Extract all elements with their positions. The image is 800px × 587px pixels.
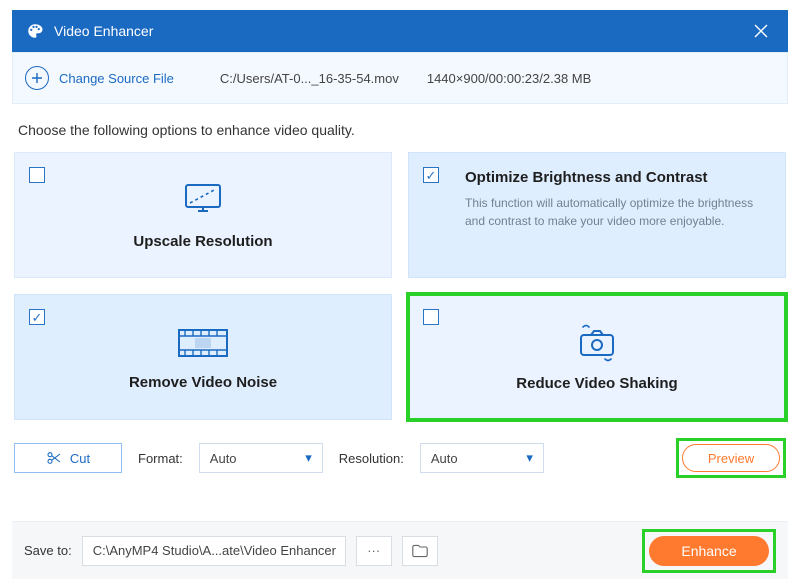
card-title: Remove Video Noise [129,374,277,391]
tool-row: Cut Format: Auto ▾ Resolution: Auto ▾ Pr… [12,420,788,494]
palette-icon [26,22,44,40]
plus-icon [25,66,49,90]
format-select[interactable]: Auto ▾ [199,443,323,473]
chevron-down-icon: ▾ [526,450,533,466]
close-button[interactable] [748,18,774,44]
card-optimize-brightness[interactable]: Optimize Brightness and Contrast This fu… [408,152,786,278]
cut-button[interactable]: Cut [14,443,122,473]
change-source-label: Change Source File [59,71,174,86]
resolution-select[interactable]: Auto ▾ [420,443,544,473]
enhance-button[interactable]: Enhance [649,536,769,566]
video-enhancer-window: Video Enhancer Change Source File C:/Use… [0,0,800,587]
folder-icon [412,544,428,558]
card-title: Optimize Brightness and Contrast [465,169,767,186]
camera-shake-icon [569,323,625,363]
close-icon [753,23,769,39]
card-content: Optimize Brightness and Contrast This fu… [427,167,767,230]
card-description: This function will automatically optimiz… [465,194,767,230]
instruction-text: Choose the following options to enhance … [12,104,788,152]
open-folder-button[interactable] [402,536,438,566]
checkbox-shaking[interactable] [423,309,439,325]
ellipsis-icon: ··· [367,543,380,558]
format-label: Format: [138,451,183,466]
save-path-field[interactable]: C:\AnyMP4 Studio\A...ate\Video Enhancer [82,536,346,566]
window-title: Video Enhancer [54,23,748,39]
card-content: Upscale Resolution [33,167,373,263]
card-content: Reduce Video Shaking [427,309,767,405]
checkbox-brightness[interactable] [423,167,439,183]
preview-button[interactable]: Preview [682,444,780,472]
browse-button[interactable]: ··· [356,536,392,566]
card-title: Reduce Video Shaking [516,375,677,392]
card-reduce-shaking[interactable]: Reduce Video Shaking [408,294,786,420]
card-upscale-resolution[interactable]: Upscale Resolution [14,152,392,278]
save-to-label: Save to: [24,543,72,558]
checkbox-upscale[interactable] [29,167,45,183]
resolution-value: Auto [431,451,458,466]
bottom-bar: Save to: C:\AnyMP4 Studio\A...ate\Video … [12,521,788,579]
scissors-icon [46,450,62,466]
filmstrip-icon [173,324,233,362]
checkbox-noise[interactable] [29,309,45,325]
source-bar: Change Source File C:/Users/AT-0..._16-3… [12,52,788,104]
titlebar: Video Enhancer [12,10,788,52]
monitor-icon [178,181,228,221]
source-meta: 1440×900/00:00:23/2.38 MB [427,71,591,86]
save-path-value: C:\AnyMP4 Studio\A...ate\Video Enhancer [93,543,336,558]
window-inner: Video Enhancer Change Source File C:/Use… [12,10,788,579]
preview-highlight: Preview [676,438,786,478]
card-content: Remove Video Noise [33,309,373,405]
source-path: C:/Users/AT-0..._16-35-54.mov [220,71,399,86]
preview-label: Preview [708,451,754,466]
cut-label: Cut [70,451,90,466]
options-grid: Upscale Resolution Optimize Brightness a… [12,152,788,420]
chevron-down-icon: ▾ [305,450,312,466]
card-remove-noise[interactable]: Remove Video Noise [14,294,392,420]
enhance-label: Enhance [681,543,736,559]
change-source-button[interactable]: Change Source File [25,66,174,90]
card-title: Upscale Resolution [133,233,272,250]
enhance-highlight: Enhance [642,529,776,573]
format-value: Auto [210,451,237,466]
resolution-label: Resolution: [339,451,404,466]
